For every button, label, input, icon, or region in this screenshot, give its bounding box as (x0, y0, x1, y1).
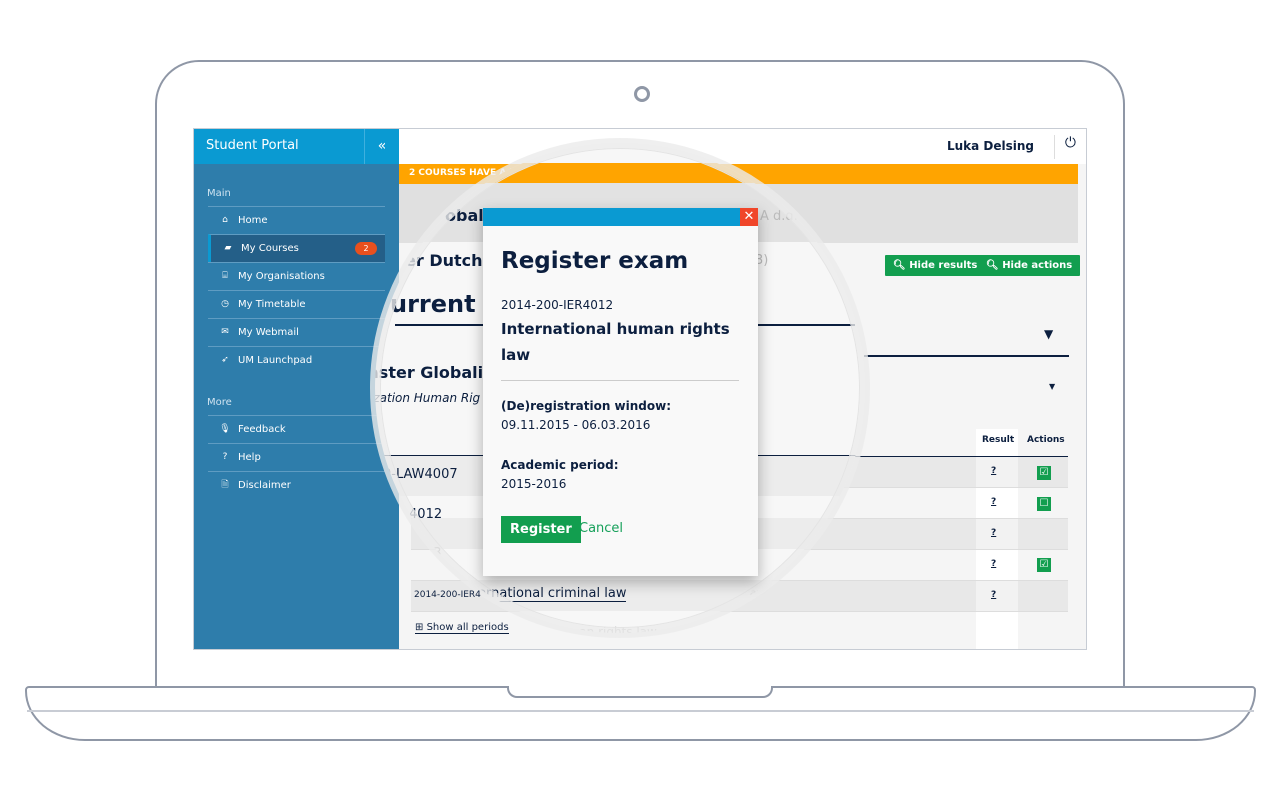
envelope-icon: ✉ (221, 327, 229, 337)
modal-divider (501, 380, 739, 381)
question-icon: ? (222, 452, 228, 462)
sidebar-item-label: My Organisations (238, 271, 325, 282)
top-bar: Luka Delsing ⏻ (399, 129, 1086, 164)
sidebar-item-label: My Courses (241, 243, 299, 254)
sidebar-item-label: My Webmail (238, 327, 299, 338)
hide-actions-button[interactable]: 🔍︎ Hide actions (978, 255, 1081, 276)
result-link[interactable]: ? (991, 528, 996, 538)
sidebar-item-label: Disclaimer (238, 480, 291, 491)
checked-checkbox-icon[interactable]: ☑ (1037, 558, 1051, 572)
document-icon: 🗎 (221, 480, 229, 490)
dropdown-caret-icon[interactable]: ▼ (1049, 382, 1055, 391)
course-name: International human rights law (501, 320, 730, 364)
hide-results-label: Hide results (909, 260, 978, 271)
sidebar-item-label: Home (238, 215, 268, 226)
courses-badge: 2 (355, 242, 377, 255)
register-exam-modal: ✕ Register exam 2014-200-IER4012 Interna… (483, 208, 758, 576)
camera (634, 86, 650, 102)
cancel-button[interactable]: Cancel (579, 521, 623, 536)
period-value: 2015-2016 (501, 477, 567, 491)
rocket-icon: ➶ (221, 355, 229, 365)
power-icon[interactable]: ⏻ (1053, 135, 1076, 159)
window-value: 09.11.2015 - 06.03.2016 (501, 418, 651, 432)
show-all-periods-link[interactable]: ⊞ Show all periods (415, 622, 509, 634)
result-link[interactable]: ? (991, 590, 996, 600)
result-header: Result (982, 435, 1015, 445)
course-code: 2014-200-IER4 (414, 590, 481, 600)
sidebar-section-more: More (207, 397, 232, 408)
sidebar-item-my-courses[interactable]: ▰ My Courses 2 (208, 234, 385, 262)
base-line (27, 710, 1254, 712)
sidebar-item-feedback[interactable]: 🎙 Feedback (208, 415, 385, 443)
home-icon: ⌂ (222, 215, 228, 225)
microphone-icon: 🎙 (219, 424, 231, 434)
expand-caret-icon[interactable]: ▼ (1044, 327, 1053, 341)
sidebar-item-label: UM Launchpad (238, 355, 313, 366)
modal-title: Register exam (501, 248, 689, 274)
user-name[interactable]: Luka Delsing (947, 139, 1034, 153)
close-icon[interactable]: ✕ (740, 208, 758, 226)
result-link[interactable]: ? (991, 559, 996, 569)
result-link[interactable]: ? (991, 466, 996, 476)
hide-actions-label: Hide actions (1002, 260, 1073, 271)
sidebar-item-home[interactable]: ⌂ Home (208, 206, 385, 234)
book-icon: ▰ (224, 243, 232, 253)
register-button[interactable]: Register (501, 516, 581, 543)
modal-title-bar (483, 208, 758, 226)
unchecked-checkbox-icon[interactable]: ☐ (1037, 497, 1051, 511)
institution-icon: ⌸ (222, 271, 228, 281)
sidebar-item-label: Help (238, 452, 261, 463)
laptop-notch (507, 686, 773, 698)
sidebar-item-help[interactable]: ? Help (208, 443, 385, 471)
checked-checkbox-icon[interactable]: ☑ (1037, 466, 1051, 480)
sidebar-item-disclaimer[interactable]: 🗎 Disclaimer (208, 471, 385, 499)
sidebar: Main ⌂ Home ▰ My Courses 2 ⌸ My Organisation… (194, 164, 399, 649)
sidebar-item-label: My Timetable (238, 299, 306, 310)
sidebar-item-my-webmail[interactable]: ✉ My Webmail (208, 318, 385, 346)
hide-results-button[interactable]: 🔍︎ Hide results (885, 255, 986, 276)
result-link[interactable]: ? (991, 497, 996, 507)
clock-icon: ◷ (221, 299, 229, 309)
period-label: Academic period: (501, 458, 619, 472)
divider (864, 355, 1069, 357)
show-all-label: Show all periods (426, 622, 509, 633)
actions-header: Actions (1027, 435, 1065, 445)
collapse-sidebar-button[interactable]: « (364, 129, 399, 164)
sidebar-item-my-timetable[interactable]: ◷ My Timetable (208, 290, 385, 318)
sidebar-item-um-launchpad[interactable]: ➶ UM Launchpad (208, 346, 385, 374)
sidebar-item-label: Feedback (238, 424, 286, 435)
window-label: (De)registration window: (501, 399, 671, 413)
sidebar-section-main: Main (207, 188, 231, 199)
sidebar-item-my-organisations[interactable]: ⌸ My Organisations (208, 262, 385, 290)
course-code: 2014-200-IER4012 (501, 298, 614, 312)
